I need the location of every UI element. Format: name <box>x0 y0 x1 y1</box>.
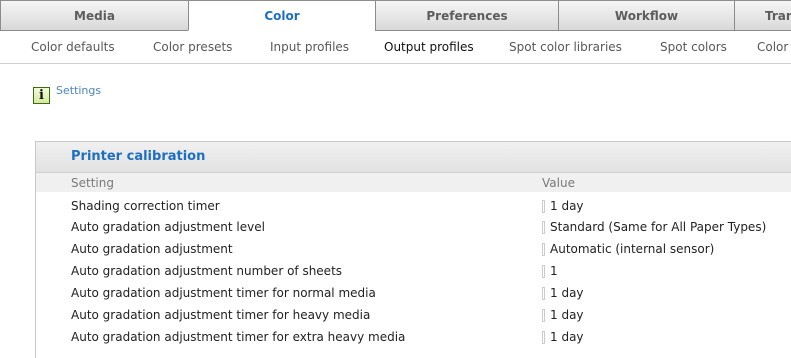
subtab-color-presets[interactable]: Color presets <box>153 40 232 54</box>
table-row: Auto gradation adjustment timer for extr… <box>36 327 791 348</box>
sub-tab-bar: Color defaults Color presets Input profi… <box>0 40 791 60</box>
info-icon: i <box>33 87 50 104</box>
subtab-color[interactable]: Color <box>757 40 788 54</box>
panel-header: Printer calibration <box>36 142 791 173</box>
tab-color[interactable]: Color <box>188 0 375 31</box>
setting-value: Standard (Same for All Paper Types) <box>542 220 766 234</box>
column-header-setting: Setting <box>71 176 114 190</box>
value-marker <box>542 286 545 300</box>
main-tab-bar: Media Color Preferences Workflow Trans <box>0 0 791 31</box>
setting-name: Auto gradation adjustment level <box>71 220 265 234</box>
tab-workflow[interactable]: Workflow <box>558 0 734 31</box>
setting-value-text: Automatic (internal sensor) <box>550 242 715 256</box>
subtab-spot-color-libraries[interactable]: Spot color libraries <box>509 40 622 54</box>
setting-name: Auto gradation adjustment number of shee… <box>71 264 343 278</box>
subtab-spot-colors[interactable]: Spot colors <box>660 40 727 54</box>
subtab-color-defaults[interactable]: Color defaults <box>31 40 115 54</box>
setting-value-text: 1 day <box>550 308 584 322</box>
setting-value: 1 day <box>542 330 584 344</box>
setting-value: 1 day <box>542 199 584 213</box>
settings-link[interactable]: Settings <box>56 84 101 97</box>
setting-value: Automatic (internal sensor) <box>542 242 714 256</box>
setting-name: Auto gradation adjustment timer for extr… <box>71 330 406 344</box>
table-row: Auto gradation adjustment timer for norm… <box>36 283 791 304</box>
setting-value: 1 <box>542 264 558 278</box>
setting-value-text: 1 <box>550 264 558 278</box>
setting-value-text: 1 day <box>550 199 584 213</box>
setting-value: 1 day <box>542 286 584 300</box>
value-marker <box>542 199 545 213</box>
sub-tab-divider <box>0 63 791 64</box>
value-marker <box>542 242 545 256</box>
setting-value-text: 1 day <box>550 330 584 344</box>
panel-title: Printer calibration <box>71 149 206 164</box>
value-marker <box>542 330 545 344</box>
value-marker <box>542 308 545 322</box>
setting-name: Shading correction timer <box>71 199 220 213</box>
tab-preferences[interactable]: Preferences <box>375 0 558 31</box>
value-marker <box>542 264 545 278</box>
printer-calibration-panel: Printer calibration Setting Value Shadin… <box>35 141 791 358</box>
setting-value-text: Standard (Same for All Paper Types) <box>550 220 767 234</box>
value-marker <box>542 220 545 234</box>
setting-value: 1 day <box>542 308 584 322</box>
tab-media[interactable]: Media <box>0 0 188 31</box>
column-header-value: Value <box>542 176 575 190</box>
subtab-output-profiles[interactable]: Output profiles <box>384 40 474 54</box>
subtab-input-profiles[interactable]: Input profiles <box>270 40 349 54</box>
table-row: Auto gradation adjustment Automatic (int… <box>36 239 791 260</box>
setting-name: Auto gradation adjustment timer for norm… <box>71 286 376 300</box>
column-header-row: Setting Value <box>36 173 791 192</box>
table-row: Auto gradation adjustment number of shee… <box>36 261 791 282</box>
table-row: Shading correction timer 1 day <box>36 196 791 217</box>
table-row: Auto gradation adjustment timer for heav… <box>36 305 791 326</box>
setting-value-text: 1 day <box>550 286 584 300</box>
tab-trans[interactable]: Trans <box>734 0 791 31</box>
table-row: Auto gradation adjustment level Standard… <box>36 217 791 238</box>
setting-name: Auto gradation adjustment timer for heav… <box>71 308 371 322</box>
setting-name: Auto gradation adjustment <box>71 242 233 256</box>
